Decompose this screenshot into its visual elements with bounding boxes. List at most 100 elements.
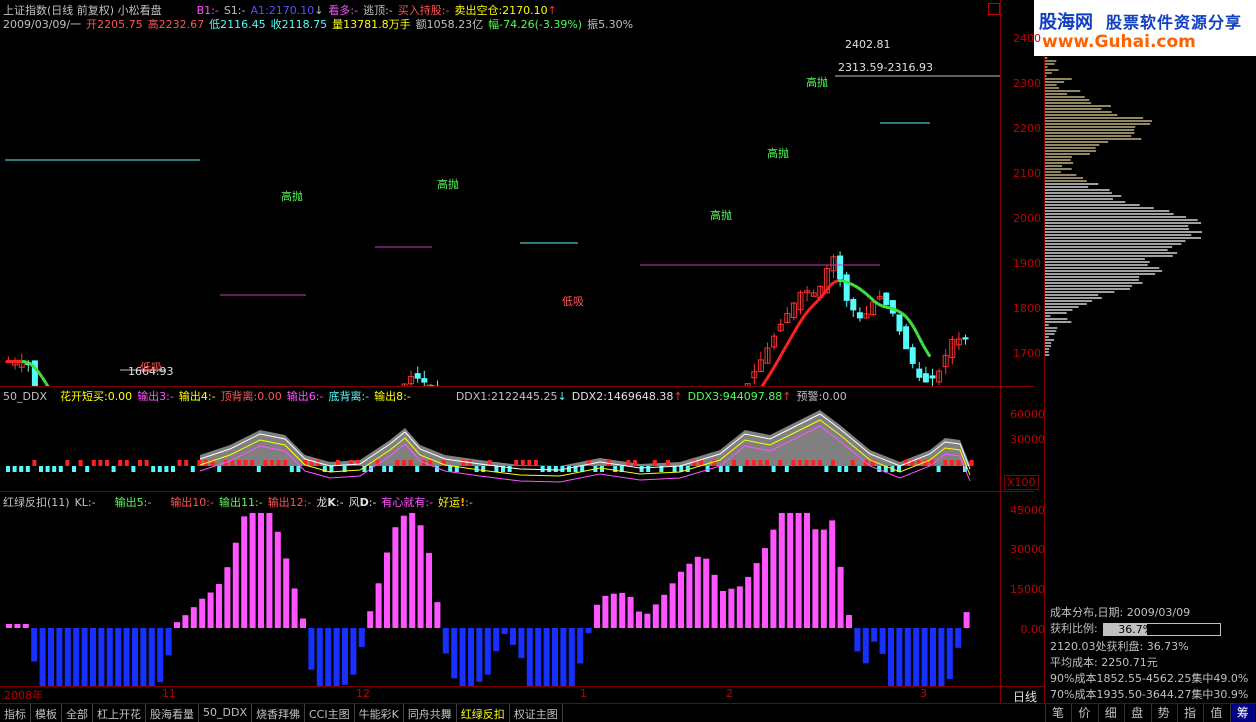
ddx-bar bbox=[956, 460, 961, 466]
hl-bar bbox=[703, 558, 710, 628]
ddx-tick-30000: 30000 bbox=[1010, 433, 1045, 446]
hl-bar bbox=[501, 628, 508, 635]
ddx-bar bbox=[296, 466, 301, 472]
hl-bar bbox=[249, 513, 256, 628]
candlestick-chart[interactable] bbox=[0, 30, 1000, 386]
ddx-bar bbox=[514, 460, 519, 466]
hl-bar bbox=[627, 596, 634, 628]
ddx-bar bbox=[157, 466, 162, 472]
hl-bar bbox=[745, 576, 752, 628]
ma-segment bbox=[833, 279, 839, 284]
high-range-label: 2313.59-2316.93 bbox=[838, 61, 933, 74]
ma-segment bbox=[796, 318, 804, 327]
view-button-6[interactable]: 值 bbox=[1203, 704, 1228, 722]
hl-bar bbox=[266, 513, 273, 628]
view-button-4[interactable]: 势 bbox=[1150, 704, 1176, 722]
view-button-3[interactable]: 盘 bbox=[1124, 704, 1149, 722]
tab-9[interactable]: 同舟共舞 bbox=[404, 704, 457, 722]
hl-bar bbox=[123, 628, 130, 686]
hl-histogram[interactable] bbox=[0, 500, 1000, 686]
ddx-bar bbox=[639, 466, 644, 472]
quote-row: 2009/03/09/一 开2205.75 高2232.67 低2116.45 … bbox=[3, 17, 633, 31]
tab-10[interactable]: 红绿反扣 bbox=[457, 704, 510, 722]
tab-2[interactable]: 全部 bbox=[62, 704, 93, 722]
hl-bar bbox=[829, 520, 836, 628]
hl-bar bbox=[22, 624, 29, 628]
ma-segment bbox=[889, 306, 895, 311]
view-button-5[interactable]: 指 bbox=[1177, 704, 1202, 722]
ddx-chart[interactable] bbox=[0, 400, 1000, 490]
hl-bar bbox=[258, 513, 264, 628]
ddx-bar bbox=[78, 460, 83, 466]
date-feb: 2 bbox=[726, 687, 733, 700]
tab-0[interactable]: 指标 bbox=[0, 704, 31, 722]
ddx-bar bbox=[283, 460, 288, 466]
hl-tick-15000: 15000 bbox=[1010, 583, 1045, 596]
ddx-bar bbox=[39, 466, 43, 472]
hl-bar bbox=[39, 628, 46, 686]
date-nov: 11 bbox=[162, 687, 176, 700]
ddx-bar bbox=[824, 466, 829, 472]
tab-4[interactable]: 股海看量 bbox=[146, 704, 199, 722]
hl-bar bbox=[148, 628, 155, 686]
view-button-7[interactable]: 筹 bbox=[1229, 704, 1255, 722]
hl-bar bbox=[300, 618, 306, 628]
ddx-tick-60000: 60000 bbox=[1010, 408, 1045, 421]
ma-segment bbox=[877, 302, 883, 308]
ddx-panel-bottom bbox=[0, 491, 1034, 492]
hl-bar bbox=[778, 513, 785, 628]
hl-bar bbox=[342, 628, 348, 685]
ddx-bar bbox=[791, 460, 796, 466]
hl-bar bbox=[871, 628, 878, 642]
tab-7[interactable]: CCI主图 bbox=[305, 704, 355, 722]
hl-bar bbox=[224, 567, 231, 628]
hl-bar bbox=[367, 611, 374, 628]
ddx-bar bbox=[969, 460, 974, 466]
tab-8[interactable]: 牛能彩K bbox=[355, 704, 404, 722]
ddx-bar bbox=[58, 466, 63, 472]
hl-bar bbox=[350, 628, 357, 675]
candle-body bbox=[843, 274, 850, 301]
s1-label: S1:- bbox=[223, 3, 246, 17]
ddx-bar bbox=[817, 460, 822, 466]
ddx-bar bbox=[256, 466, 261, 472]
hl-bar bbox=[216, 584, 222, 628]
gaopao-label-4: 高抛 bbox=[767, 147, 789, 160]
high-price-label: 2402.81 bbox=[845, 38, 891, 51]
restore-button[interactable] bbox=[988, 3, 1000, 15]
ddx-bar bbox=[732, 460, 736, 466]
hl-bar bbox=[468, 628, 474, 686]
ddx-bar bbox=[415, 466, 420, 472]
hl-bar bbox=[921, 628, 928, 686]
ddx-bar bbox=[12, 466, 17, 472]
ma-segment bbox=[829, 281, 835, 287]
ddx-bar bbox=[949, 460, 954, 466]
tab-1[interactable]: 模板 bbox=[31, 704, 62, 722]
view-button-2[interactable]: 细 bbox=[1097, 704, 1123, 722]
tab-11[interactable]: 权证主图 bbox=[510, 704, 563, 722]
cost-70: 70%成本1935.50-3644.27集中30.9% bbox=[1050, 688, 1249, 701]
hl-bar bbox=[98, 628, 105, 686]
tick-2000: 2000 bbox=[1013, 212, 1041, 225]
ddx-bar bbox=[613, 466, 618, 472]
hl-bar bbox=[543, 628, 550, 686]
hl-bar bbox=[610, 593, 617, 628]
ddx-bar bbox=[725, 466, 730, 472]
logo-name: 股海网 bbox=[1039, 12, 1093, 33]
tab-6[interactable]: 烧香拜佛 bbox=[252, 704, 305, 722]
tick-2400: 2400 bbox=[1013, 32, 1041, 45]
ddx-bar bbox=[831, 460, 835, 466]
view-button-1[interactable]: 价 bbox=[1071, 704, 1096, 722]
hl-bar bbox=[434, 602, 441, 628]
hl-bar bbox=[493, 628, 500, 652]
hl-bar bbox=[930, 628, 936, 686]
logo-slogan: 股票软件资源分享 bbox=[1106, 13, 1243, 32]
view-button-0[interactable]: 笔 bbox=[1045, 704, 1070, 722]
period-label[interactable]: 日线 bbox=[1013, 688, 1037, 705]
hl-bar bbox=[644, 613, 651, 628]
hl-bar bbox=[459, 628, 466, 686]
candle-body bbox=[414, 373, 421, 379]
tab-5[interactable]: 50_DDX bbox=[199, 704, 252, 722]
tab-3[interactable]: 杠上开花 bbox=[93, 704, 146, 722]
gaopao-label-3: 高抛 bbox=[710, 209, 732, 222]
